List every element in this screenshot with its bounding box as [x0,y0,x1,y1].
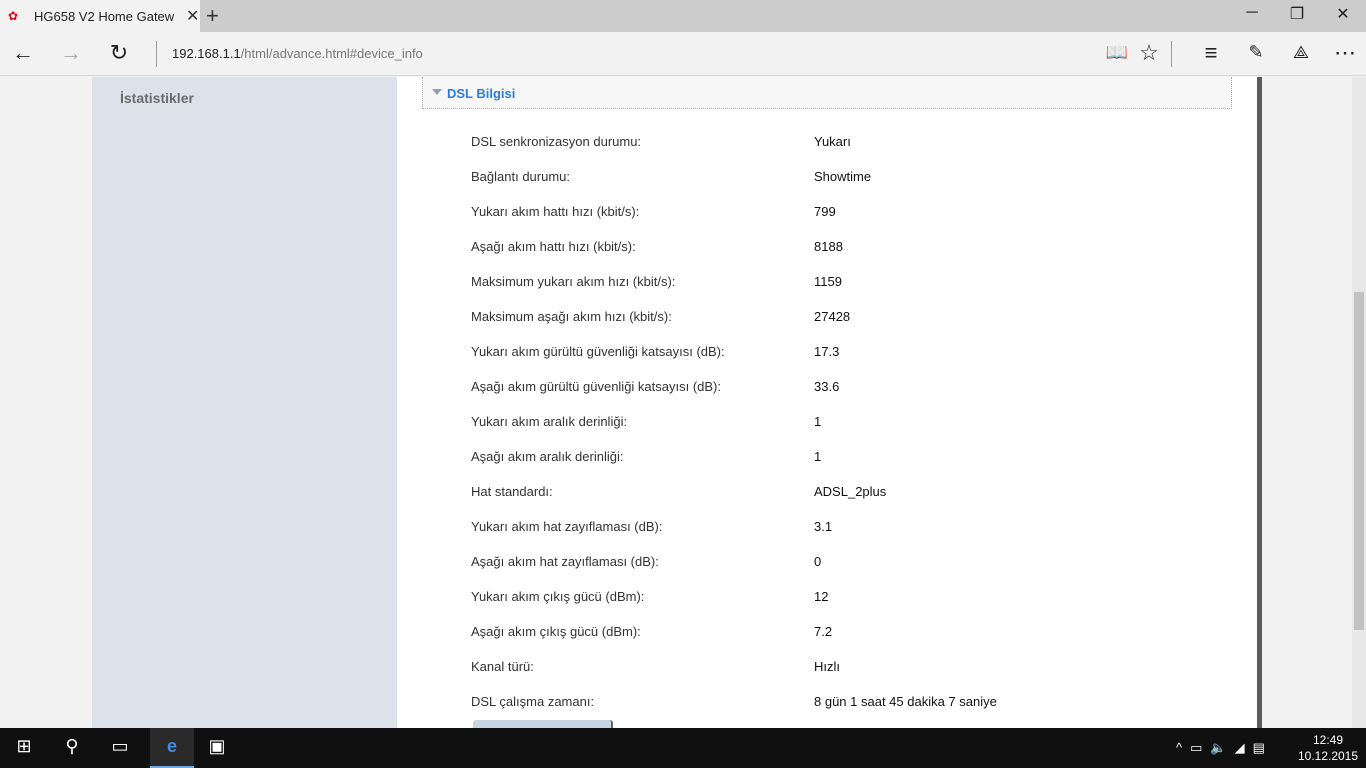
minimize-button[interactable]: ─ [1237,4,1267,22]
info-label: Aşağı akım aralık derinliği: [471,449,624,464]
page-margin [1262,77,1352,728]
main-content: DSL Bilgisi DSL senkronizasyon durumu: Yu… [397,77,1257,728]
task-view-icon[interactable]: ▭ [105,736,135,757]
info-label: DSL senkronizasyon durumu: [471,134,642,149]
address-bar[interactable]: 192.168.1.1/html/advance.html#device_inf… [172,46,423,61]
info-row: Aşağı akım hat zayıflaması (dB): 0 [471,554,1231,574]
divider [156,41,157,67]
browser-tab[interactable]: ✿ HG658 V2 Home Gatew ✕ [0,0,200,32]
info-value: ADSL_2plus [814,484,887,499]
info-value: Showtime [814,169,872,184]
edge-taskbar-button[interactable]: e [150,728,194,768]
page-margin [0,77,92,728]
refresh-icon[interactable]: ↻ [104,40,134,66]
info-row: Maksimum aşağı akım hızı (kbit/s): 27428 [471,309,1231,329]
info-row: DSL senkronizasyon durumu: Yukarı [471,134,1231,154]
info-row: Bağlantı durumu: Showtime [471,169,1231,189]
info-value: 7.2 [814,624,833,639]
info-value: 1 [814,414,822,429]
menu-item-statistics[interactable]: İstatistikler [120,90,194,106]
info-row: DSL çalışma zamanı: 8 gün 1 saat 45 dakik… [471,694,1231,714]
info-label: Yukarı akım hattı hızı (kbit/s): [471,204,640,219]
tab-bar: ✿ HG658 V2 Home Gatew ✕ + ─ ❐ ✕ [0,0,1366,32]
info-row: Yukarı akım hattı hızı (kbit/s): 799 [471,204,1231,224]
action-button[interactable] [473,720,613,728]
info-row: Yukarı akım hat zayıflaması (dB): 3.1 [471,519,1231,539]
info-label: Aşağı akım hattı hızı (kbit/s): [471,239,636,254]
info-row: Kanal türü: Hızlı [471,659,1231,679]
info-value: 33.6 [814,379,840,394]
side-menu: İstatistikler [92,77,397,728]
info-row: Aşağı akım gürültü güvenliği katsayısı (… [471,379,1231,399]
info-label: Yukarı akım aralık derinliği: [471,414,628,429]
info-value: 799 [814,204,836,219]
share-icon[interactable]: ⟁ [1286,42,1316,63]
info-row: Yukarı akım çıkış gücü (dBm): 12 [471,589,1231,609]
system-tray-icons[interactable]: ^▭🔈◢▤ [1176,740,1273,756]
info-row: Yukarı akım aralık derinliği: 1 [471,414,1231,434]
back-icon[interactable]: ← [8,40,38,66]
info-value: 8188 [814,239,843,254]
info-label: Yukarı akım hat zayıflaması (dB): [471,519,663,534]
info-value: 0 [814,554,822,569]
time: 12:49 [1312,733,1344,747]
divider [1171,41,1172,67]
taskbar: ⊞ ⚲ ▭ e ▣ ^▭🔈◢▤ 12:49 10.12.2015 [0,728,1366,768]
info-row: Aşağı akım hattı hızı (kbit/s): 8188 [471,239,1231,259]
collapse-triangle-icon [432,89,442,95]
tab-title: HG658 V2 Home Gatew [34,8,175,24]
info-row: Maksimum yukarı akım hızı (kbit/s): 1159 [471,274,1231,294]
info-label: Aşağı akım gürültü güvenliği katsayısı (… [471,379,722,394]
info-value: 8 gün 1 saat 45 dakika 7 saniye [814,694,997,709]
info-value: 3.1 [814,519,833,534]
favorite-star-icon[interactable]: ☆ [1134,40,1164,66]
info-label: Kanal türü: [471,659,534,674]
info-label: Aşağı akım çıkış gücü (dBm): [471,624,641,639]
forward-icon[interactable]: → [56,40,86,66]
web-note-icon[interactable]: ✎ [1241,42,1271,63]
url-path: /html/advance.html#device_info [240,46,423,61]
huawei-logo-icon: ✿ [8,9,19,23]
close-window-button[interactable]: ✕ [1328,4,1358,24]
info-label: Yukarı akım gürültü güvenliği katsayısı … [471,344,725,359]
info-value: 17.3 [814,344,840,359]
info-label: Maksimum aşağı akım hızı (kbit/s): [471,309,672,324]
info-label: Maksimum yukarı akım hızı (kbit/s): [471,274,676,289]
info-label: Bağlantı durumu: [471,169,571,184]
info-row: Aşağı akım çıkış gücü (dBm): 7.2 [471,624,1231,644]
section-title: DSL Bilgisi [447,86,516,101]
info-value: 12 [814,589,829,604]
date: 10.12.2015 [1297,749,1359,763]
info-value: 27428 [814,309,851,324]
info-value: Yukarı [814,134,851,149]
info-label: Yukarı akım çıkış gücü (dBm): [471,589,645,604]
navigation-bar: ← → ↻ 192.168.1.1/html/advance.html#devi… [0,32,1366,76]
clock[interactable]: 12:49 10.12.2015 [1296,732,1360,764]
section-header[interactable]: DSL Bilgisi [422,77,1232,109]
url-host: 192.168.1.1 [172,46,241,61]
info-row: Yukarı akım gürültü güvenliği katsayısı … [471,344,1231,364]
info-value: 1159 [814,274,842,289]
new-tab-button[interactable]: + [206,3,219,29]
info-value: 1 [814,449,822,464]
restore-button[interactable]: ❐ [1282,4,1312,24]
app-icon[interactable]: ▣ [202,736,232,757]
info-row: Aşağı akım aralık derinliği: 1 [471,449,1231,469]
info-label: Aşağı akım hat zayıflaması (dB): [471,554,659,569]
hub-icon[interactable]: ≡ [1196,40,1226,66]
search-icon[interactable]: ⚲ [57,736,87,757]
windows-start-icon[interactable]: ⊞ [9,736,39,757]
info-value: Hızlı [814,659,840,674]
edge-icon: e [166,736,177,756]
reading-view-icon[interactable]: 📖 [1102,42,1132,63]
info-label: Hat standardı: [471,484,553,499]
close-tab-icon[interactable]: ✕ [186,6,199,26]
info-row: Hat standardı: ADSL_2plus [471,484,1231,504]
scrollbar-thumb[interactable] [1354,292,1364,630]
more-icon[interactable]: ⋯ [1330,40,1360,66]
scrollbar[interactable] [1352,77,1366,728]
info-label: DSL çalışma zamanı: [471,694,595,709]
